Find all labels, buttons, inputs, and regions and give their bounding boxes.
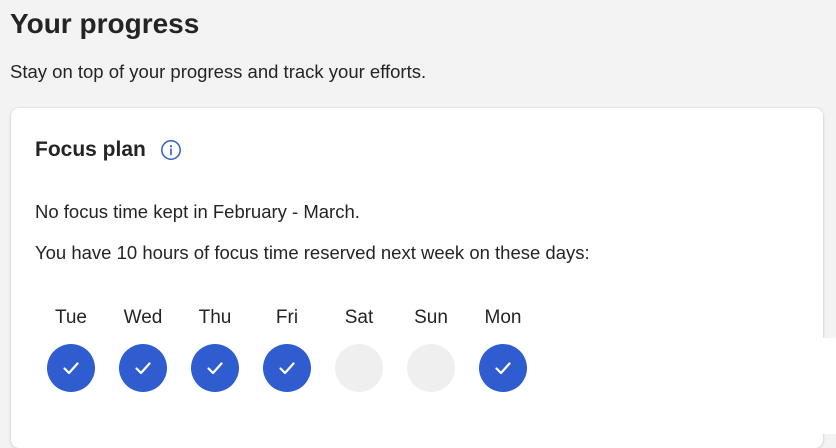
day-fri: Fri <box>251 306 323 392</box>
focus-plan-title: Focus plan <box>35 138 146 161</box>
day-indicator <box>119 344 167 392</box>
check-icon <box>495 362 511 375</box>
day-sun: Sun <box>395 306 467 392</box>
focus-plan-card: Focus plan No focus time kept in Februar… <box>11 108 823 448</box>
day-indicator <box>263 344 311 392</box>
day-label: Fri <box>275 307 299 328</box>
check-icon <box>207 362 223 375</box>
info-button[interactable] <box>160 139 182 161</box>
day-indicator <box>335 344 383 392</box>
page-subtitle: Stay on top of your progress and track y… <box>10 61 427 82</box>
check-icon <box>279 362 295 375</box>
day-thu: Thu <box>179 306 251 392</box>
day-label: Sat <box>344 307 374 328</box>
day-tue: Tue <box>35 306 107 392</box>
day-sat: Sat <box>323 306 395 392</box>
page-edge <box>823 338 836 434</box>
focus-reserved-text: You have 10 hours of focus time reserved… <box>35 242 590 263</box>
check-icon <box>135 362 151 375</box>
day-label: Sun <box>414 307 448 328</box>
day-label: Thu <box>198 307 232 328</box>
day-mon: Mon <box>467 306 539 392</box>
day-label: Mon <box>484 307 522 328</box>
page-title: Your progress <box>10 8 200 39</box>
day-indicator <box>47 344 95 392</box>
check-icon <box>63 362 79 375</box>
day-indicator <box>191 344 239 392</box>
info-icon <box>160 140 181 160</box>
day-wed: Wed <box>107 306 179 392</box>
focus-plan-header: Focus plan <box>35 136 182 164</box>
day-label: Wed <box>123 307 163 328</box>
focus-status-text: No focus time kept in February - March. <box>35 201 360 222</box>
day-label: Tue <box>54 307 88 328</box>
focus-days: Tue Wed Thu Fri Sat Sun Mon <box>35 306 539 392</box>
day-indicator <box>479 344 527 392</box>
day-indicator <box>407 344 455 392</box>
